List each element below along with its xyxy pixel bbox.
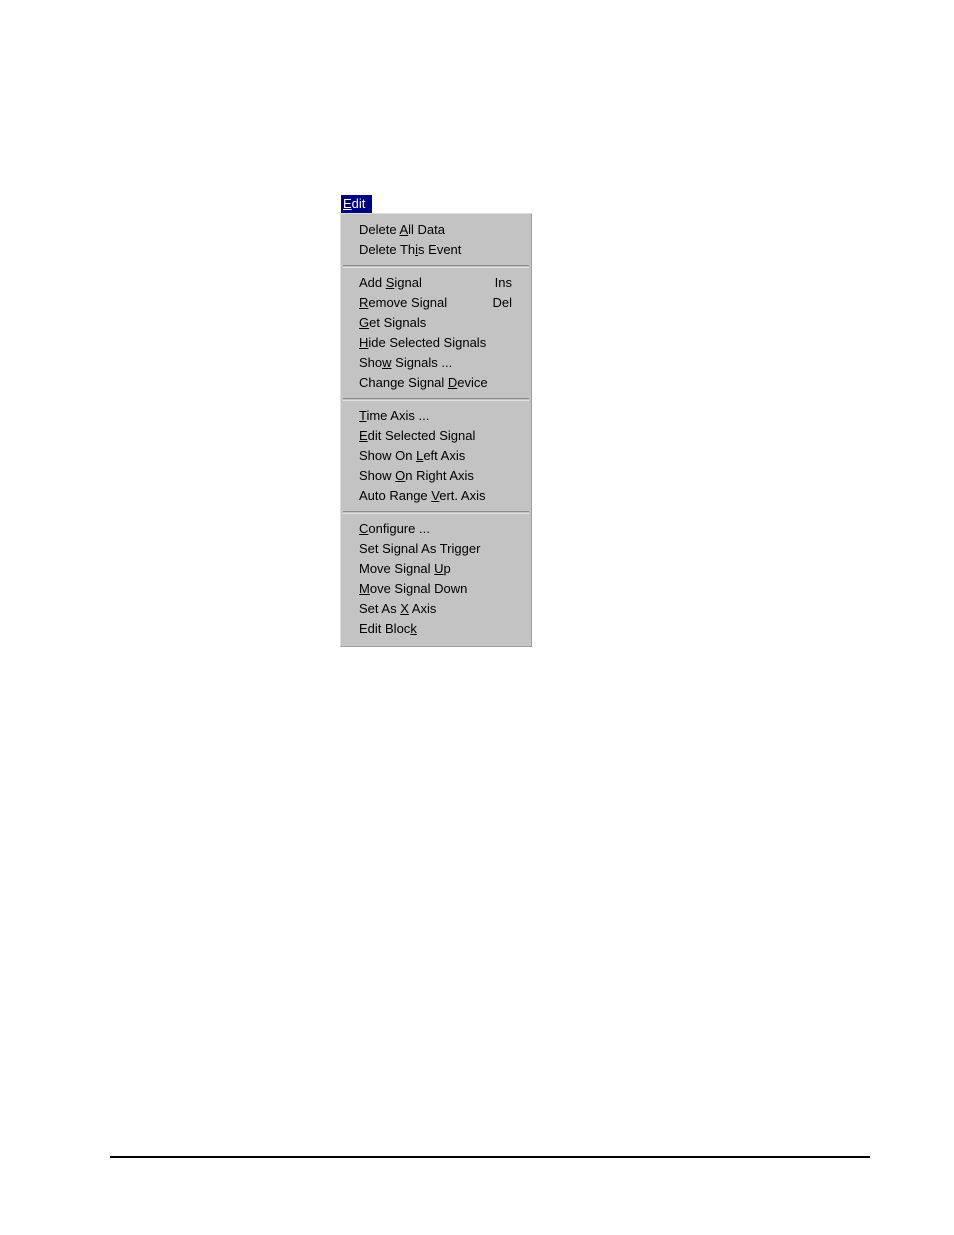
menu-group: Time Axis ... Edit Selected Signal Show On… bbox=[341, 406, 531, 506]
menu-item-show-on-right-axis[interactable]: Show On Right Axis bbox=[341, 466, 531, 486]
menu-item-edit-selected-signal[interactable]: Edit Selected Signal bbox=[341, 426, 531, 446]
menu-item-label-after: onfigure ... bbox=[368, 521, 430, 536]
menu-separator bbox=[343, 511, 529, 514]
menu-item-label-before: Show bbox=[359, 468, 396, 483]
menu-item-accelerator: A bbox=[399, 222, 409, 237]
menu-item-label: Show On Left Axis bbox=[359, 448, 465, 463]
menu-item-label: Show Signals ... bbox=[359, 355, 452, 370]
menu-item-label-after: evice bbox=[457, 375, 488, 390]
menu-item-label: Configure ... bbox=[359, 521, 430, 536]
menu-group: Add Signal Ins Remove Signal Del Get Signals… bbox=[341, 273, 531, 393]
menu-item-label-after: ime Axis ... bbox=[366, 408, 430, 423]
menu-item-set-signal-as-trigger[interactable]: Set Signal As Trigger bbox=[341, 539, 531, 559]
menu-item-accelerator: E bbox=[359, 428, 368, 443]
menu-item-label-before: Delete bbox=[359, 222, 400, 237]
menu-item-label-after: ert. Axis bbox=[439, 488, 486, 503]
menu-item-accelerator: C bbox=[359, 521, 369, 536]
menu-item-label-before: Set As bbox=[359, 601, 401, 616]
menu-item-change-signal-device[interactable]: Change Signal Device bbox=[341, 373, 531, 393]
menu-item-label-after: p bbox=[443, 561, 451, 576]
menubar-edit-title-after: dit bbox=[351, 196, 366, 211]
menu-item-accelerator: X bbox=[400, 601, 409, 616]
menu-item-label-before: Show On bbox=[359, 448, 417, 463]
menu-item-label-after: s Event bbox=[418, 242, 462, 257]
menu-item-accelerator: M bbox=[359, 581, 370, 596]
menu-item-label: Time Axis ... bbox=[359, 408, 429, 423]
menu-item-accelerator: k bbox=[410, 621, 417, 636]
menu-item-label-before: Edit Bloc bbox=[359, 621, 411, 636]
menu-item-label-after: Axis bbox=[408, 601, 437, 616]
menu-item-label-before: Move Signal bbox=[359, 561, 435, 576]
menubar-edit-title[interactable]: Edit bbox=[341, 195, 372, 213]
menu-item-label: Edit Selected Signal bbox=[359, 428, 475, 443]
menu-item-move-signal-down[interactable]: Move Signal Down bbox=[341, 579, 531, 599]
menu-item-label: Edit Block bbox=[359, 621, 417, 636]
menu-item-label-before: Auto Range bbox=[359, 488, 432, 503]
menu-item-label: Hide Selected Signals bbox=[359, 335, 486, 350]
menu-item-label-after: nal As Trigger bbox=[400, 541, 481, 556]
page-footer-rule bbox=[110, 1156, 870, 1158]
menu-item-edit-block[interactable]: Edit Block bbox=[341, 619, 531, 639]
menu-item-accelerator: R bbox=[359, 295, 369, 310]
menu-item-accelerator: H bbox=[359, 335, 369, 350]
menu-item-label: Auto Range Vert. Axis bbox=[359, 488, 486, 503]
menu-item-label: Set Signal As Trigger bbox=[359, 541, 480, 556]
menu-item-show-signals[interactable]: Show Signals ... bbox=[341, 353, 531, 373]
menu-item-set-as-x-axis[interactable]: Set As X Axis bbox=[341, 599, 531, 619]
menu-item-shortcut: Del bbox=[492, 295, 512, 310]
menu-item-label-after: ll Data bbox=[408, 222, 446, 237]
menu-item-time-axis[interactable]: Time Axis ... bbox=[341, 406, 531, 426]
menu-item-label: Move Signal Up bbox=[359, 561, 451, 576]
menu-item-accelerator: O bbox=[395, 468, 406, 483]
menu-item-label: Delete This Event bbox=[359, 242, 461, 257]
menu-item-configure[interactable]: Configure ... bbox=[341, 519, 531, 539]
menu-group: Configure ... Set Signal As Trigger Move S… bbox=[341, 519, 531, 639]
menu-item-label-after: dit Selected Signal bbox=[367, 428, 476, 443]
menu-item-label-after: ignal bbox=[394, 275, 422, 290]
menu-item-delete-this-event[interactable]: Delete This Event bbox=[341, 240, 531, 260]
menu-item-show-on-left-axis[interactable]: Show On Left Axis bbox=[341, 446, 531, 466]
menu-item-label: Show On Right Axis bbox=[359, 468, 474, 483]
menu-item-accelerator: U bbox=[434, 561, 444, 576]
menu-item-accelerator: w bbox=[382, 355, 392, 370]
menubar-edit-title-accelerator: E bbox=[343, 196, 352, 211]
menu-item-delete-all-data[interactable]: Delete All Data bbox=[341, 220, 531, 240]
menu-item-label: Set As X Axis bbox=[359, 601, 436, 616]
menu-separator bbox=[343, 398, 529, 401]
menu-item-label-after: et Signals bbox=[369, 315, 427, 330]
menu-item-accelerator: g bbox=[393, 541, 401, 556]
menu-item-shortcut: Ins bbox=[494, 275, 512, 290]
menu-item-label-before: Change Signal bbox=[359, 375, 448, 390]
menu-item-label: Add Signal bbox=[359, 275, 422, 290]
menu-item-move-signal-up[interactable]: Move Signal Up bbox=[341, 559, 531, 579]
menu-item-add-signal[interactable]: Add Signal Ins bbox=[341, 273, 531, 293]
menu-group: Delete All Data Delete This Event bbox=[341, 220, 531, 260]
menu-item-accelerator: G bbox=[359, 315, 370, 330]
edit-dropdown-menu[interactable]: Delete All Data Delete This Event Add Sign… bbox=[340, 213, 532, 647]
menu-separator bbox=[343, 265, 529, 268]
menu-item-remove-signal[interactable]: Remove Signal Del bbox=[341, 293, 531, 313]
menu-item-label-after: n Right Axis bbox=[405, 468, 474, 483]
menu-item-label-after: Signals ... bbox=[391, 355, 453, 370]
menu-item-auto-range-vert-axis[interactable]: Auto Range Vert. Axis bbox=[341, 486, 531, 506]
menu-item-accelerator: D bbox=[447, 375, 458, 390]
menu-item-label: Move Signal Down bbox=[359, 581, 467, 596]
menu-item-hide-selected-signals[interactable]: Hide Selected Signals bbox=[341, 333, 531, 353]
menu-item-label-before: Delete Th bbox=[359, 242, 416, 257]
menu-item-label-after: ove Signal Down bbox=[369, 581, 468, 596]
menu-item-label-after: emove Signal bbox=[368, 295, 448, 310]
menu-item-label-before: Add bbox=[359, 275, 386, 290]
menu-item-label: Remove Signal bbox=[359, 295, 447, 310]
menu-item-label: Get Signals bbox=[359, 315, 426, 330]
menu-item-label-after: eft Axis bbox=[423, 448, 466, 463]
menu-item-label-before: Sho bbox=[359, 355, 383, 370]
menu-item-label-before: Set Si bbox=[359, 541, 394, 556]
menu-item-get-signals[interactable]: Get Signals bbox=[341, 313, 531, 333]
menu-item-label-after: ide Selected Signals bbox=[368, 335, 487, 350]
menu-item-label: Delete All Data bbox=[359, 222, 445, 237]
menu-item-label: Change Signal Device bbox=[359, 375, 488, 390]
